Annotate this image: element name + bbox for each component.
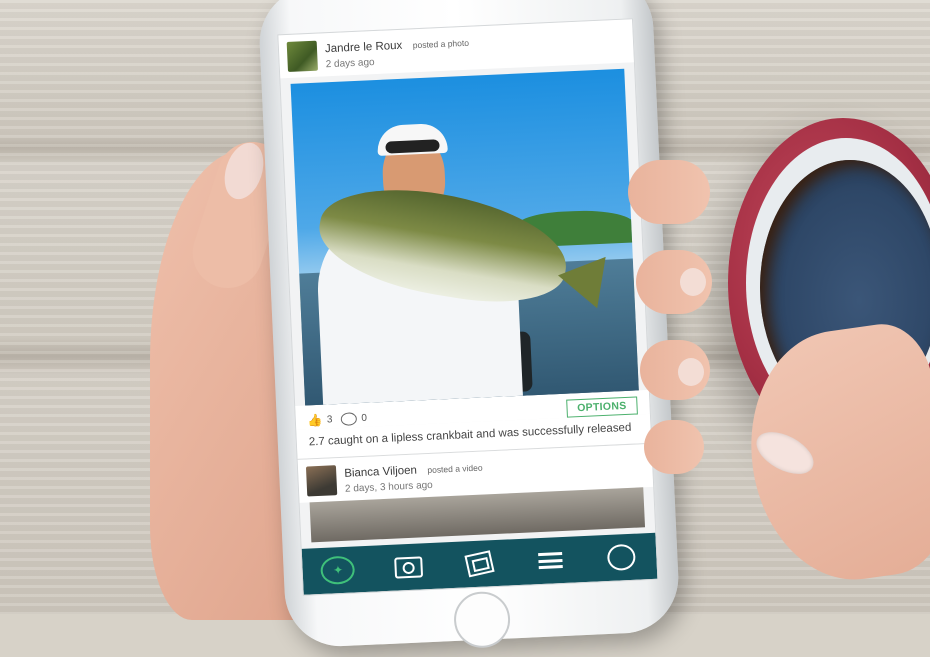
post-meta: Bianca Viljoen posted a video 2 days, 3 …	[344, 458, 484, 495]
nav-home[interactable]: ✦	[317, 552, 359, 588]
finger	[640, 340, 710, 400]
photo-glasses	[385, 139, 440, 154]
author-name[interactable]: Bianca Viljoen	[344, 465, 417, 480]
post-photo[interactable]	[290, 68, 639, 406]
avatar[interactable]	[305, 464, 338, 497]
finger-nail	[678, 358, 704, 386]
post-header: Jandre le Roux posted a photo 2 days ago	[278, 19, 634, 79]
post-action: posted a photo	[412, 37, 470, 51]
nav-gallery[interactable]	[459, 546, 501, 582]
logbook-icon	[606, 543, 636, 571]
fish-speech-icon: ✦	[320, 555, 356, 585]
finger	[628, 160, 710, 224]
nav-camera[interactable]	[388, 549, 430, 585]
phone: Jandre le Roux posted a photo 2 days ago…	[257, 0, 681, 649]
comment-count: 0	[361, 412, 368, 424]
finger	[636, 250, 712, 314]
menu-icon	[537, 552, 563, 570]
nav-menu[interactable]	[529, 543, 571, 579]
photo-fish-tail	[553, 249, 606, 309]
phone-screen: Jandre le Roux posted a photo 2 days ago…	[277, 18, 659, 596]
post-meta: Jandre le Roux posted a photo 2 days ago	[325, 33, 470, 71]
finger-nail	[680, 268, 706, 296]
nav-logbook[interactable]	[600, 539, 642, 575]
finger	[644, 420, 704, 474]
like-count: 3	[326, 413, 333, 426]
author-name[interactable]: Jandre le Roux	[325, 40, 403, 55]
like-icon[interactable]: 👍	[307, 413, 323, 428]
home-button[interactable]	[452, 590, 512, 649]
comment-icon[interactable]	[340, 411, 357, 426]
post-action: posted a video	[427, 462, 483, 476]
options-button[interactable]: OPTIONS	[565, 396, 638, 418]
avatar[interactable]	[286, 40, 318, 72]
camera-icon	[394, 555, 424, 579]
gallery-icon	[464, 550, 495, 578]
bottom-nav: ✦	[301, 532, 658, 595]
